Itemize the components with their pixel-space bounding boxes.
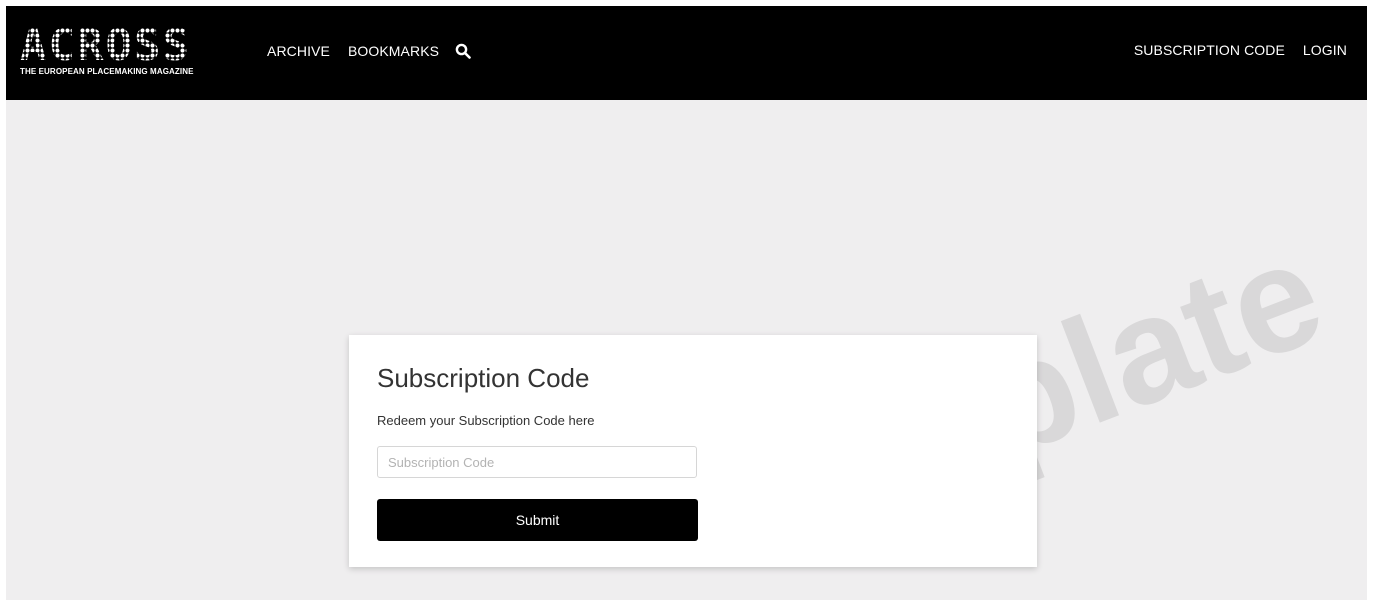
- primary-nav: ARCHIVE BOOKMARKS: [267, 42, 471, 59]
- logo-tagline: THE EUROPEAN PLACEMAKING MAGAZINE: [20, 67, 194, 76]
- nav-subscription-code-link[interactable]: SUBSCRIPTION CODE: [1134, 42, 1285, 58]
- top-navbar: ACROSS THE EUROPEAN PLACEMAKING MAGAZINE…: [6, 6, 1367, 100]
- page: ACROSS THE EUROPEAN PLACEMAKING MAGAZINE…: [6, 6, 1367, 600]
- logo[interactable]: ACROSS THE EUROPEAN PLACEMAKING MAGAZINE: [20, 20, 225, 78]
- subscription-code-card: Subscription Code Redeem your Subscripti…: [349, 335, 1037, 567]
- card-title: Subscription Code: [377, 363, 590, 393]
- nav-login-link[interactable]: LOGIN: [1303, 42, 1347, 58]
- card-subtitle: Redeem your Subscription Code here: [377, 413, 595, 428]
- nav-archive-link[interactable]: ARCHIVE: [267, 43, 330, 59]
- account-nav: SUBSCRIPTION CODE LOGIN: [1116, 42, 1347, 58]
- logo-wordmark: ACROSS: [20, 20, 191, 71]
- nav-bookmarks-link[interactable]: BOOKMARKS: [348, 43, 439, 59]
- subscription-code-input[interactable]: [377, 446, 697, 478]
- search-icon[interactable]: [455, 43, 471, 59]
- submit-button[interactable]: Submit: [377, 499, 698, 541]
